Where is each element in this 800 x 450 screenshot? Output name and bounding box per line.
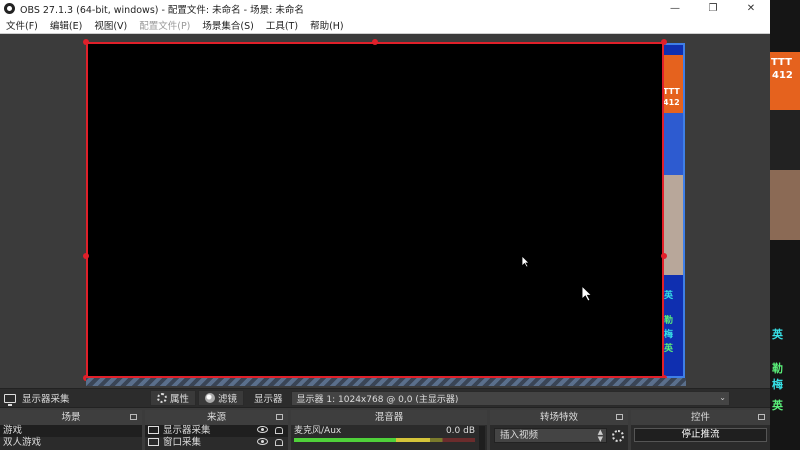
mixer-title: 混音器 — [374, 412, 404, 423]
stop-streaming-button[interactable]: 停止推流 — [634, 428, 767, 442]
properties-label: 属性 — [170, 394, 190, 405]
bg-text-ying: 英 — [772, 328, 783, 341]
close-button[interactable]: ✕ — [732, 0, 770, 17]
source-item-label: 窗口采集 — [163, 437, 202, 448]
undock-icon[interactable] — [616, 414, 623, 420]
scene-item[interactable]: 游戏 — [0, 425, 142, 437]
scenes-title: 场景 — [61, 412, 81, 423]
minimize-button[interactable]: — — [656, 0, 694, 17]
source-blue-block — [662, 113, 683, 175]
volume-meter — [294, 438, 475, 442]
window-controls: — ❐ ✕ — [656, 0, 770, 17]
out-of-bounds-hatch — [86, 378, 686, 386]
gear-icon — [157, 393, 167, 403]
properties-button[interactable]: 属性 — [150, 390, 197, 406]
menu-bar: 文件(F) 编辑(E) 视图(V) 配置文件(P) 场景集合(S) 工具(T) … — [0, 17, 770, 34]
sources-title: 来源 — [206, 412, 226, 423]
maximize-button[interactable]: ❐ — [694, 0, 732, 17]
source-toolbar: 显示器采集 属性 滤镜 显示器 显示器 1: 1024x768 @ 0,0 (主… — [0, 388, 770, 408]
mouse-cursor-icon-2 — [581, 285, 593, 302]
bg-text-ying-2: 英 — [772, 399, 783, 412]
controls-dock: 控件 停止推流 — [631, 410, 770, 450]
sources-dock: 来源 显示器采集 窗口采集 — [145, 410, 288, 450]
transitions-dock: 转场特效 插入视频 ▲ ▼ — [490, 410, 628, 450]
mixer-scrollbar[interactable] — [479, 426, 485, 450]
transitions-title: 转场特效 — [539, 412, 578, 423]
controls-dock-title: 控件 — [631, 410, 770, 425]
resize-handle-top[interactable] — [372, 39, 378, 45]
resize-handle-top-right[interactable] — [661, 39, 667, 45]
lock-icon[interactable] — [275, 427, 283, 434]
scene-item[interactable]: 双人游戏 — [0, 437, 142, 449]
filters-button[interactable]: 滤镜 — [198, 390, 245, 406]
transition-row: 插入视频 ▲ ▼ — [490, 425, 628, 446]
transition-select[interactable]: 插入视频 ▲ ▼ — [494, 428, 607, 443]
bg-text-mei: 梅 — [772, 378, 783, 391]
bg-dark-block — [770, 110, 800, 170]
source-text-412: 412 — [663, 98, 680, 107]
menu-help[interactable]: 帮助(H) — [304, 18, 350, 32]
display-select[interactable]: 显示器 1: 1024x768 @ 0,0 (主显示器) ⌄ — [290, 390, 730, 406]
selected-source-name: 显示器采集 — [22, 394, 70, 405]
bg-text-shao: 勒 — [772, 362, 783, 375]
source-item[interactable]: 显示器采集 — [145, 425, 288, 437]
visibility-eye-icon[interactable] — [257, 426, 268, 433]
transition-select-value: 插入视频 — [500, 430, 539, 441]
source-text-mei: 梅 — [664, 330, 674, 340]
bg-photo-block — [770, 170, 800, 240]
title-bar: OBS 27.1.3 (64-bit, windows) - 配置文件: 未命名… — [0, 0, 770, 17]
display-label: 显示器 — [254, 394, 283, 405]
undock-icon[interactable] — [276, 414, 283, 420]
bg-text-ttt: TTT — [771, 57, 792, 68]
controls-title: 控件 — [690, 412, 710, 423]
mixer-channel-row: 麦克风/Aux 0.0 dB — [291, 425, 487, 437]
obs-window: OBS 27.1.3 (64-bit, windows) - 配置文件: 未命名… — [0, 0, 800, 450]
filter-icon — [205, 393, 216, 403]
mixer-channel-db: 0.0 dB — [445, 426, 475, 436]
display-capture-icon — [148, 426, 159, 434]
source-text-ttt: TTT — [663, 87, 680, 96]
visibility-eye-icon[interactable] — [257, 438, 268, 445]
source-text-shao: 勒 — [664, 316, 674, 326]
transitions-dock-title: 转场特效 — [490, 410, 628, 425]
source-photo-block — [662, 175, 683, 275]
mixer-channel-name: 麦克风/Aux — [294, 426, 342, 436]
spinner-arrows-icon: ▲ ▼ — [597, 428, 603, 443]
display-capture-icon — [4, 393, 16, 406]
menu-tools[interactable]: 工具(T) — [260, 18, 304, 32]
source-text-ying2: 英 — [664, 344, 674, 354]
mixer-dock-title: 混音器 — [291, 410, 487, 425]
window-title: OBS 27.1.3 (64-bit, windows) - 配置文件: 未命名… — [20, 4, 304, 16]
undock-icon[interactable] — [758, 414, 765, 420]
source-text-ying: 英 — [664, 291, 674, 301]
mouse-cursor-icon — [521, 255, 530, 268]
menu-view[interactable]: 视图(V) — [88, 18, 133, 32]
menu-edit[interactable]: 编辑(E) — [44, 18, 88, 32]
window-capture-icon — [148, 438, 159, 446]
menu-file[interactable]: 文件(F) — [0, 18, 44, 32]
menu-profile[interactable]: 配置文件(P) — [133, 18, 196, 32]
filters-label: 滤镜 — [218, 394, 238, 405]
menu-scene-collection[interactable]: 场景集合(S) — [196, 18, 259, 32]
source-item[interactable]: 窗口采集 — [145, 437, 288, 449]
chevron-down-icon: ⌄ — [719, 392, 726, 402]
lock-icon[interactable] — [275, 439, 283, 446]
preview-canvas[interactable] — [86, 42, 664, 378]
resize-handle-right[interactable] — [661, 253, 667, 259]
source-item-label: 显示器采集 — [163, 425, 211, 436]
volume-meter-level — [294, 438, 430, 442]
docks-area: 场景 游戏 双人游戏 来源 显示器采集 窗口采集 混音器 麦克风/Aux 0.0… — [0, 410, 770, 450]
desktop-background-right: TTT 412 英 勒 梅 英 — [770, 0, 800, 450]
scenes-dock: 场景 游戏 双人游戏 — [0, 410, 142, 450]
obs-logo-icon — [4, 3, 15, 14]
resize-handle-top-left[interactable] — [83, 39, 89, 45]
undock-icon[interactable] — [130, 414, 137, 420]
resize-handle-left[interactable] — [83, 253, 89, 259]
scenes-dock-title: 场景 — [0, 410, 142, 425]
transition-settings-gear-icon[interactable] — [612, 429, 624, 442]
bg-text-412: 412 — [772, 70, 793, 81]
sources-dock-title: 来源 — [145, 410, 288, 425]
audio-mixer-dock: 混音器 麦克风/Aux 0.0 dB — [291, 410, 487, 450]
display-select-value: 显示器 1: 1024x768 @ 0,0 (主显示器) — [296, 394, 459, 405]
